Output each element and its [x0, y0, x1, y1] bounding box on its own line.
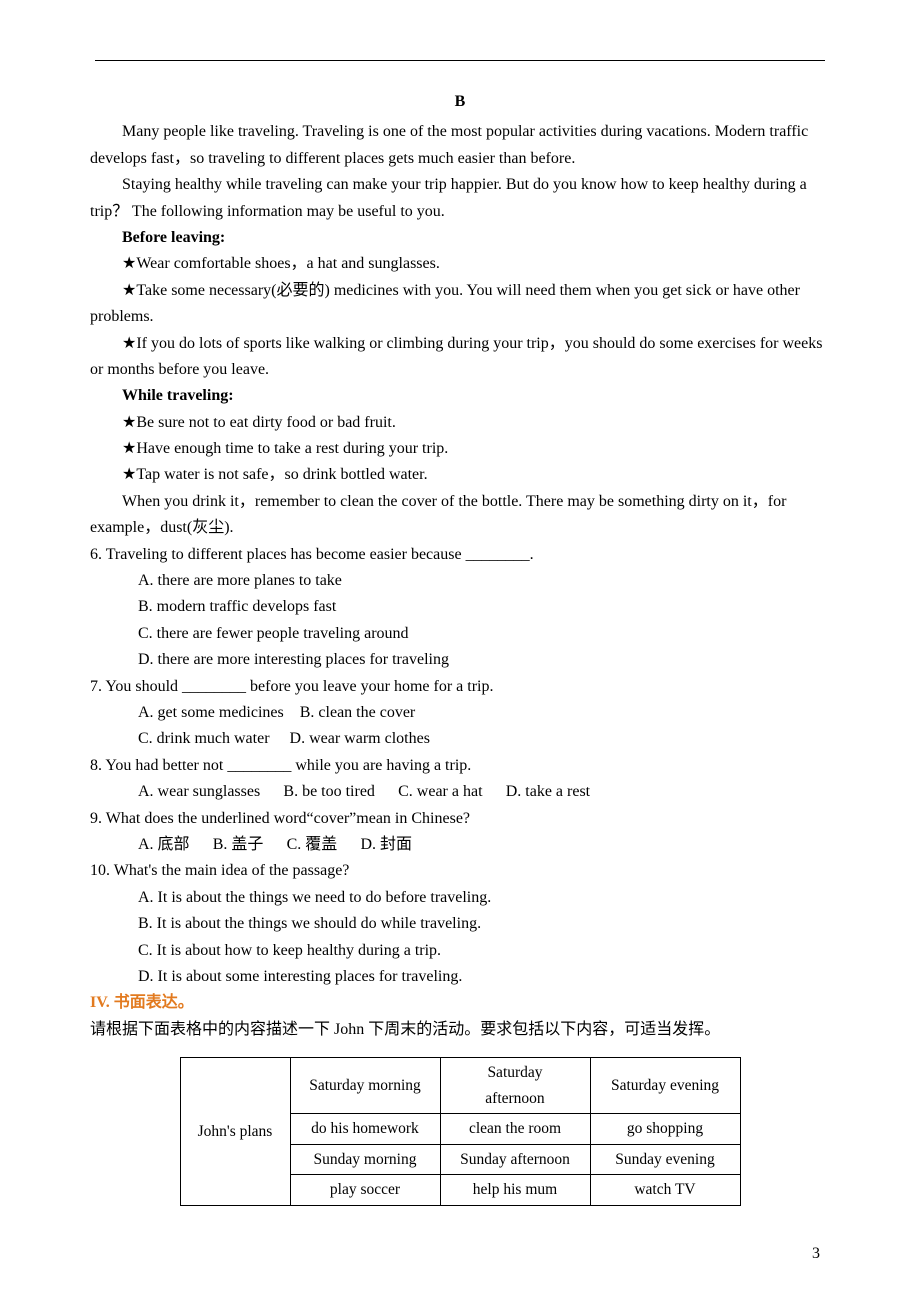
question-7-options-ab: A. get some medicines B. clean the cover — [138, 700, 830, 726]
page-number: 3 — [812, 1241, 820, 1267]
question-9-option-b: B. 盖子 — [213, 832, 264, 858]
question-6-option-b: B. modern traffic develops fast — [138, 594, 830, 620]
passage-paragraph-2: Staying healthy while traveling can make… — [90, 172, 830, 225]
question-8-stem: 8. You had better not ________ while you… — [90, 753, 830, 779]
before-leaving-heading: Before leaving: — [90, 225, 830, 251]
cell-sun-evening-value: watch TV — [590, 1175, 740, 1206]
cell-sat-afternoon-value: clean the room — [440, 1114, 590, 1145]
horizontal-rule — [95, 60, 825, 61]
johns-plans-table: John's plans Saturday morning Saturday a… — [180, 1057, 741, 1206]
passage-paragraph-3: When you drink it，remember to clean the … — [90, 489, 830, 542]
question-9-stem: 9. What does the underlined word“cover”m… — [90, 806, 830, 832]
question-9-option-a: A. 底部 — [138, 832, 190, 858]
cell-sun-morning-value: play soccer — [290, 1175, 440, 1206]
passage-paragraph-1: Many people like traveling. Traveling is… — [90, 119, 830, 172]
while-traveling-heading: While traveling: — [90, 383, 830, 409]
question-7-options-cd: C. drink much water D. wear warm clothes — [138, 726, 830, 752]
question-6-option-a: A. there are more planes to take — [138, 568, 830, 594]
question-10-option-d: D. It is about some interesting places f… — [138, 964, 830, 990]
cell-sat-morning-label: Saturday morning — [290, 1058, 440, 1114]
writing-section-heading: IV. 书面表达。 — [90, 990, 830, 1016]
question-8-option-a: A. wear sunglasses — [138, 779, 260, 805]
question-6-stem: 6. Traveling to different places has bec… — [90, 542, 830, 568]
cell-sat-evening-value: go shopping — [590, 1114, 740, 1145]
question-10-stem: 10. What's the main idea of the passage? — [90, 858, 830, 884]
before-item-3: ★If you do lots of sports like walking o… — [90, 331, 830, 384]
question-6-option-c: C. there are fewer people traveling arou… — [138, 621, 830, 647]
before-item-2: ★Take some necessary(必要的) medicines with… — [90, 278, 830, 331]
question-10-option-c: C. It is about how to keep healthy durin… — [138, 938, 830, 964]
cell-text-line2: afternoon — [485, 1090, 544, 1107]
question-8-option-b: B. be too tired — [283, 779, 375, 805]
before-item-1: ★Wear comfortable shoes，a hat and sungla… — [90, 251, 830, 277]
question-10-option-b: B. It is about the things we should do w… — [138, 911, 830, 937]
question-7-stem: 7. You should ________ before you leave … — [90, 674, 830, 700]
table-row: John's plans Saturday morning Saturday a… — [180, 1058, 740, 1114]
cell-sat-evening-label: Saturday evening — [590, 1058, 740, 1114]
question-6-option-d: D. there are more interesting places for… — [138, 647, 830, 673]
cell-sat-afternoon-label: Saturday afternoon — [440, 1058, 590, 1114]
question-9-options: A. 底部 B. 盖子 C. 覆盖 D. 封面 — [138, 832, 830, 858]
while-item-2: ★Have enough time to take a rest during … — [90, 436, 830, 462]
cell-sun-evening-label: Sunday evening — [590, 1144, 740, 1175]
cell-sun-morning-label: Sunday morning — [290, 1144, 440, 1175]
question-8-option-c: C. wear a hat — [398, 779, 482, 805]
while-item-3: ★Tap water is not safe，so drink bottled … — [90, 462, 830, 488]
question-8-option-d: D. take a rest — [506, 779, 590, 805]
passage-label: B — [90, 89, 830, 115]
question-9-option-d: D. 封面 — [361, 832, 413, 858]
table-row-header: John's plans — [180, 1058, 290, 1206]
while-item-1: ★Be sure not to eat dirty food or bad fr… — [90, 410, 830, 436]
question-9-option-c: C. 覆盖 — [287, 832, 338, 858]
question-10-option-a: A. It is about the things we need to do … — [138, 885, 830, 911]
cell-sun-afternoon-value: help his mum — [440, 1175, 590, 1206]
cell-text-line1: Saturday — [487, 1064, 542, 1081]
question-8-options: A. wear sunglasses B. be too tired C. we… — [138, 779, 830, 805]
cell-sat-morning-value: do his homework — [290, 1114, 440, 1145]
writing-prompt: 请根据下面表格中的内容描述一下 John 下周末的活动。要求包括以下内容，可适当… — [90, 1017, 830, 1043]
cell-sun-afternoon-label: Sunday afternoon — [440, 1144, 590, 1175]
